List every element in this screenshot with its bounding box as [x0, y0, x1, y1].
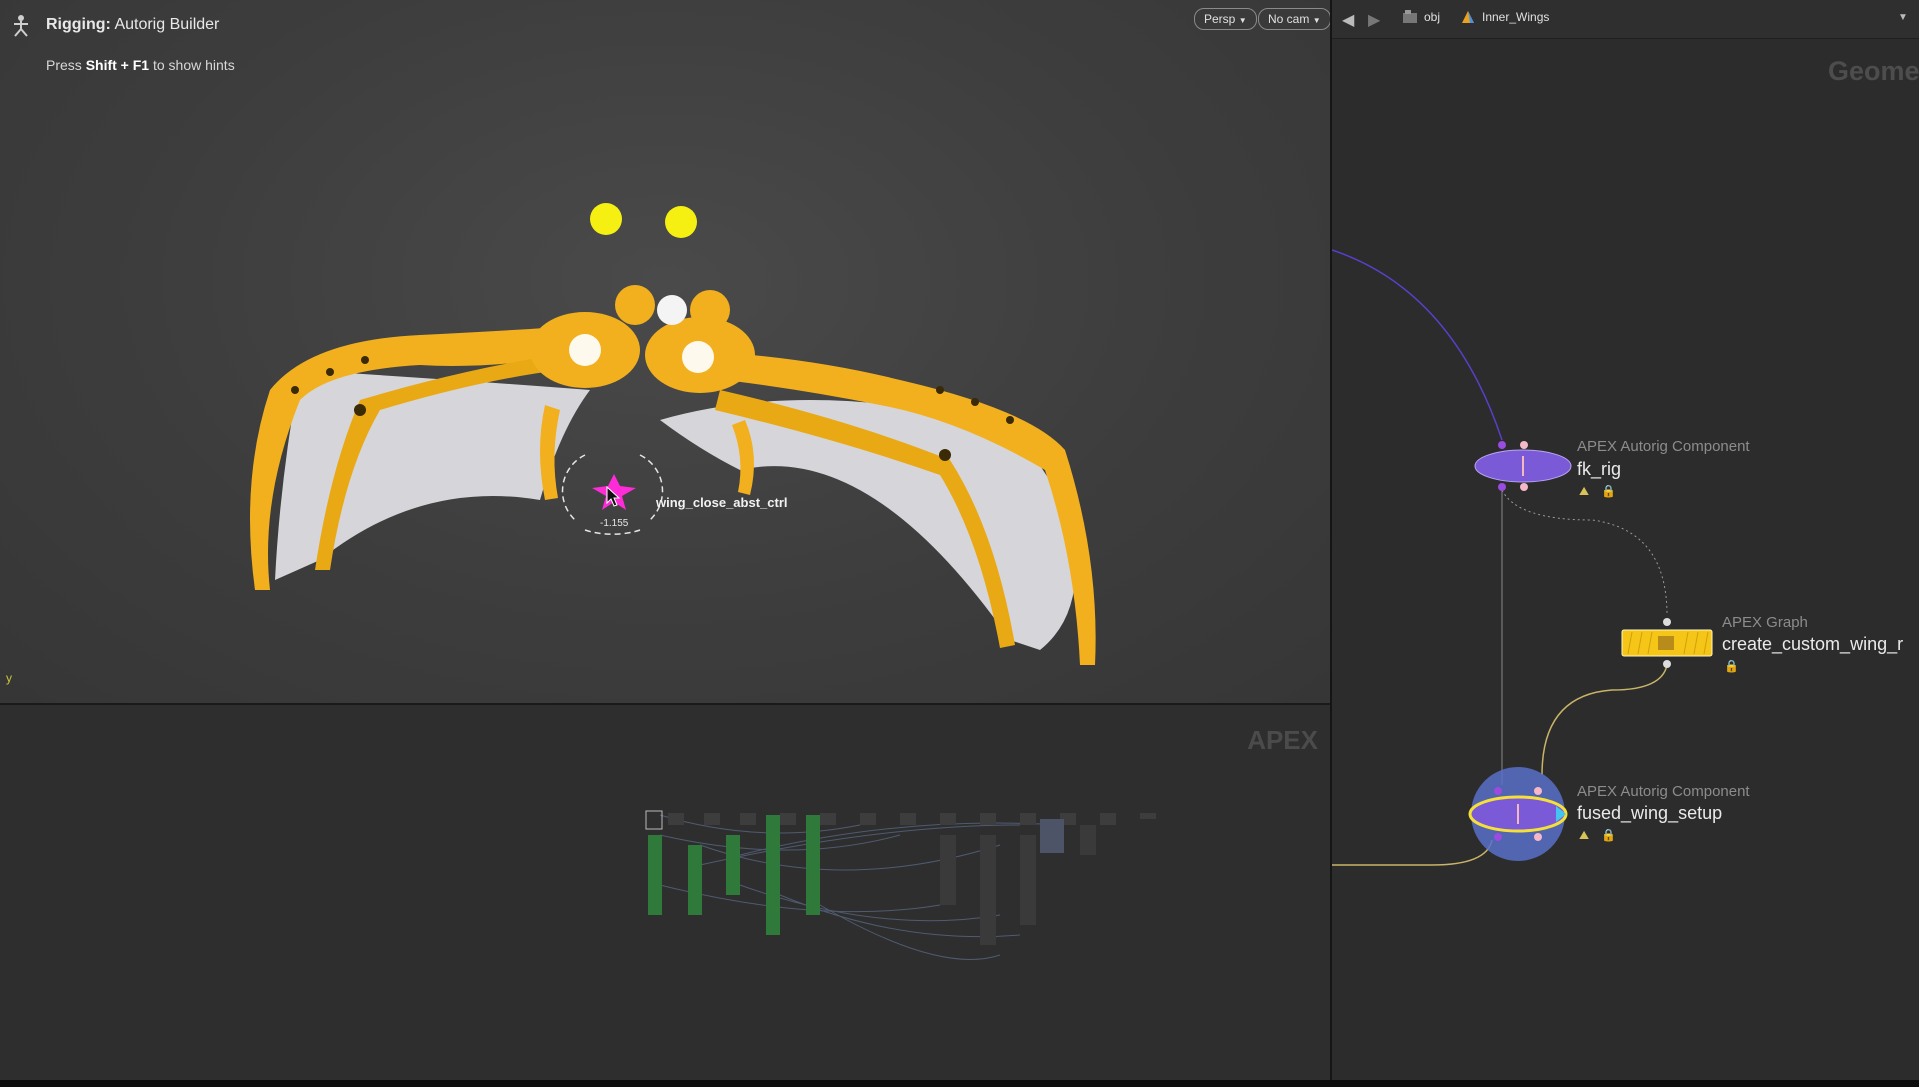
apex-graph-overview: [645, 810, 1156, 960]
fk-rig-node-name[interactable]: fk_rig: [1577, 459, 1621, 480]
apex-graph-node[interactable]: [1618, 614, 1718, 670]
wire-graph-to-fused: [1541, 664, 1668, 776]
fused-node-name[interactable]: fused_wing_setup: [1577, 803, 1722, 824]
fused-node-type: APEX Autorig Component: [1577, 783, 1750, 800]
apex-graph-node-name[interactable]: create_custom_wing_r: [1722, 634, 1903, 655]
control-gizmo-ring: [561, 454, 586, 521]
network-wires: [1332, 249, 1668, 866]
left-wing-claw: [540, 405, 560, 500]
axis-y-label: y: [6, 671, 12, 685]
right-eye-control: [665, 206, 697, 238]
lock-icon[interactable]: 🔒: [1724, 659, 1739, 673]
fk-rig-node-type: APEX Autorig Component: [1577, 438, 1750, 455]
apex-watermark: APEX: [1247, 725, 1318, 755]
fk-rig-node[interactable]: [1468, 436, 1578, 496]
network-editor[interactable]: ◀ ▶ obj Inner_Wings ▼ Geome APEX Autorig…: [1332, 0, 1919, 1080]
lock-icon[interactable]: 🔒: [1601, 484, 1616, 498]
apex-graph-node-type: APEX Graph: [1722, 614, 1808, 631]
fused-wing-setup-node[interactable]: [1458, 764, 1578, 864]
lock-icon[interactable]: 🔒: [1601, 828, 1616, 842]
status-strip: [0, 1080, 1919, 1087]
control-value-label: -1.155: [600, 518, 629, 529]
right-joint-control: [682, 341, 714, 373]
control-name-label: wing_close_abst_ctrl: [656, 495, 788, 510]
wire-input-to-fk-rig: [1332, 249, 1503, 441]
wire-fk-rig-to-graph: [1501, 489, 1668, 616]
mouse-cursor-icon: [606, 486, 620, 507]
node-bypass-icon[interactable]: ⛰: [1579, 828, 1589, 843]
scene-viewport[interactable]: Rigging: Autorig Builder Press Shift + F…: [0, 0, 1330, 703]
center-joint-control: [657, 295, 687, 325]
wing-rig-geometry: [250, 203, 1096, 665]
left-eye-control: [590, 203, 622, 235]
left-joint-control: [569, 334, 601, 366]
node-bypass-icon[interactable]: ⛰: [1579, 484, 1589, 499]
apex-graph-panel[interactable]: APEX: [0, 705, 1330, 1080]
